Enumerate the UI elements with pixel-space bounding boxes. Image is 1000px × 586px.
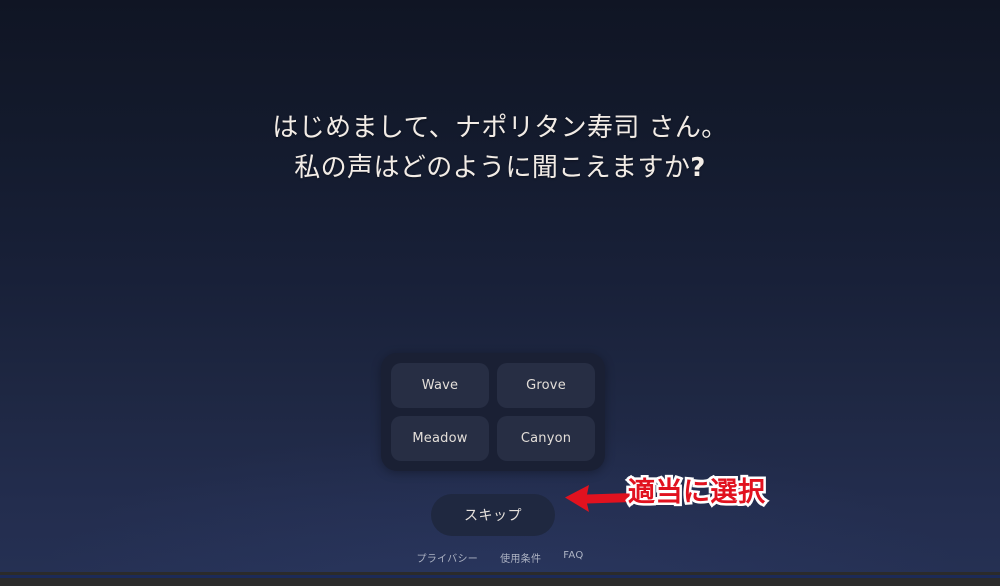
greeting-heading: はじめまして、ナポリタン寿司 さん。 私の声はどのように聞こえますか? [0, 108, 1000, 188]
greeting-line-1: はじめまして、ナポリタン寿司 さん。 [272, 113, 728, 143]
footer-link-privacy[interactable]: プライバシー [416, 550, 478, 565]
voice-option-wave[interactable]: Wave [391, 363, 489, 408]
greeting-line-2-text: 私の声はどのように聞こえますか [294, 153, 691, 183]
screen: はじめまして、ナポリタン寿司 さん。 私の声はどのように聞こえますか? Wave… [0, 0, 1000, 586]
bottom-os-bar-accent [0, 575, 1000, 578]
annotation-label: 適当に選択 [626, 475, 768, 511]
voice-option-label: Wave [421, 378, 459, 393]
footer-links: プライバシー 使用条件 FAQ [0, 550, 1000, 565]
voice-option-label: Meadow [412, 431, 468, 446]
voice-option-label: Grove [526, 378, 566, 393]
app-background [0, 0, 1000, 572]
skip-button-label: スキップ [464, 508, 522, 524]
voice-option-label: Canyon [520, 431, 572, 446]
voice-option-canyon[interactable]: Canyon [497, 416, 595, 461]
footer-link-terms[interactable]: 使用条件 [500, 550, 541, 565]
footer-link-faq[interactable]: FAQ [563, 550, 583, 565]
voice-option-panel: Wave Grove Meadow Canyon [381, 353, 605, 471]
voice-option-meadow[interactable]: Meadow [391, 416, 489, 461]
skip-button[interactable]: スキップ [431, 494, 555, 536]
greeting-question-mark: ? [690, 153, 706, 183]
voice-option-grove[interactable]: Grove [497, 363, 595, 408]
greeting-line-2: 私の声はどのように聞こえますか? [294, 153, 706, 183]
arrow-left-icon [565, 485, 633, 512]
